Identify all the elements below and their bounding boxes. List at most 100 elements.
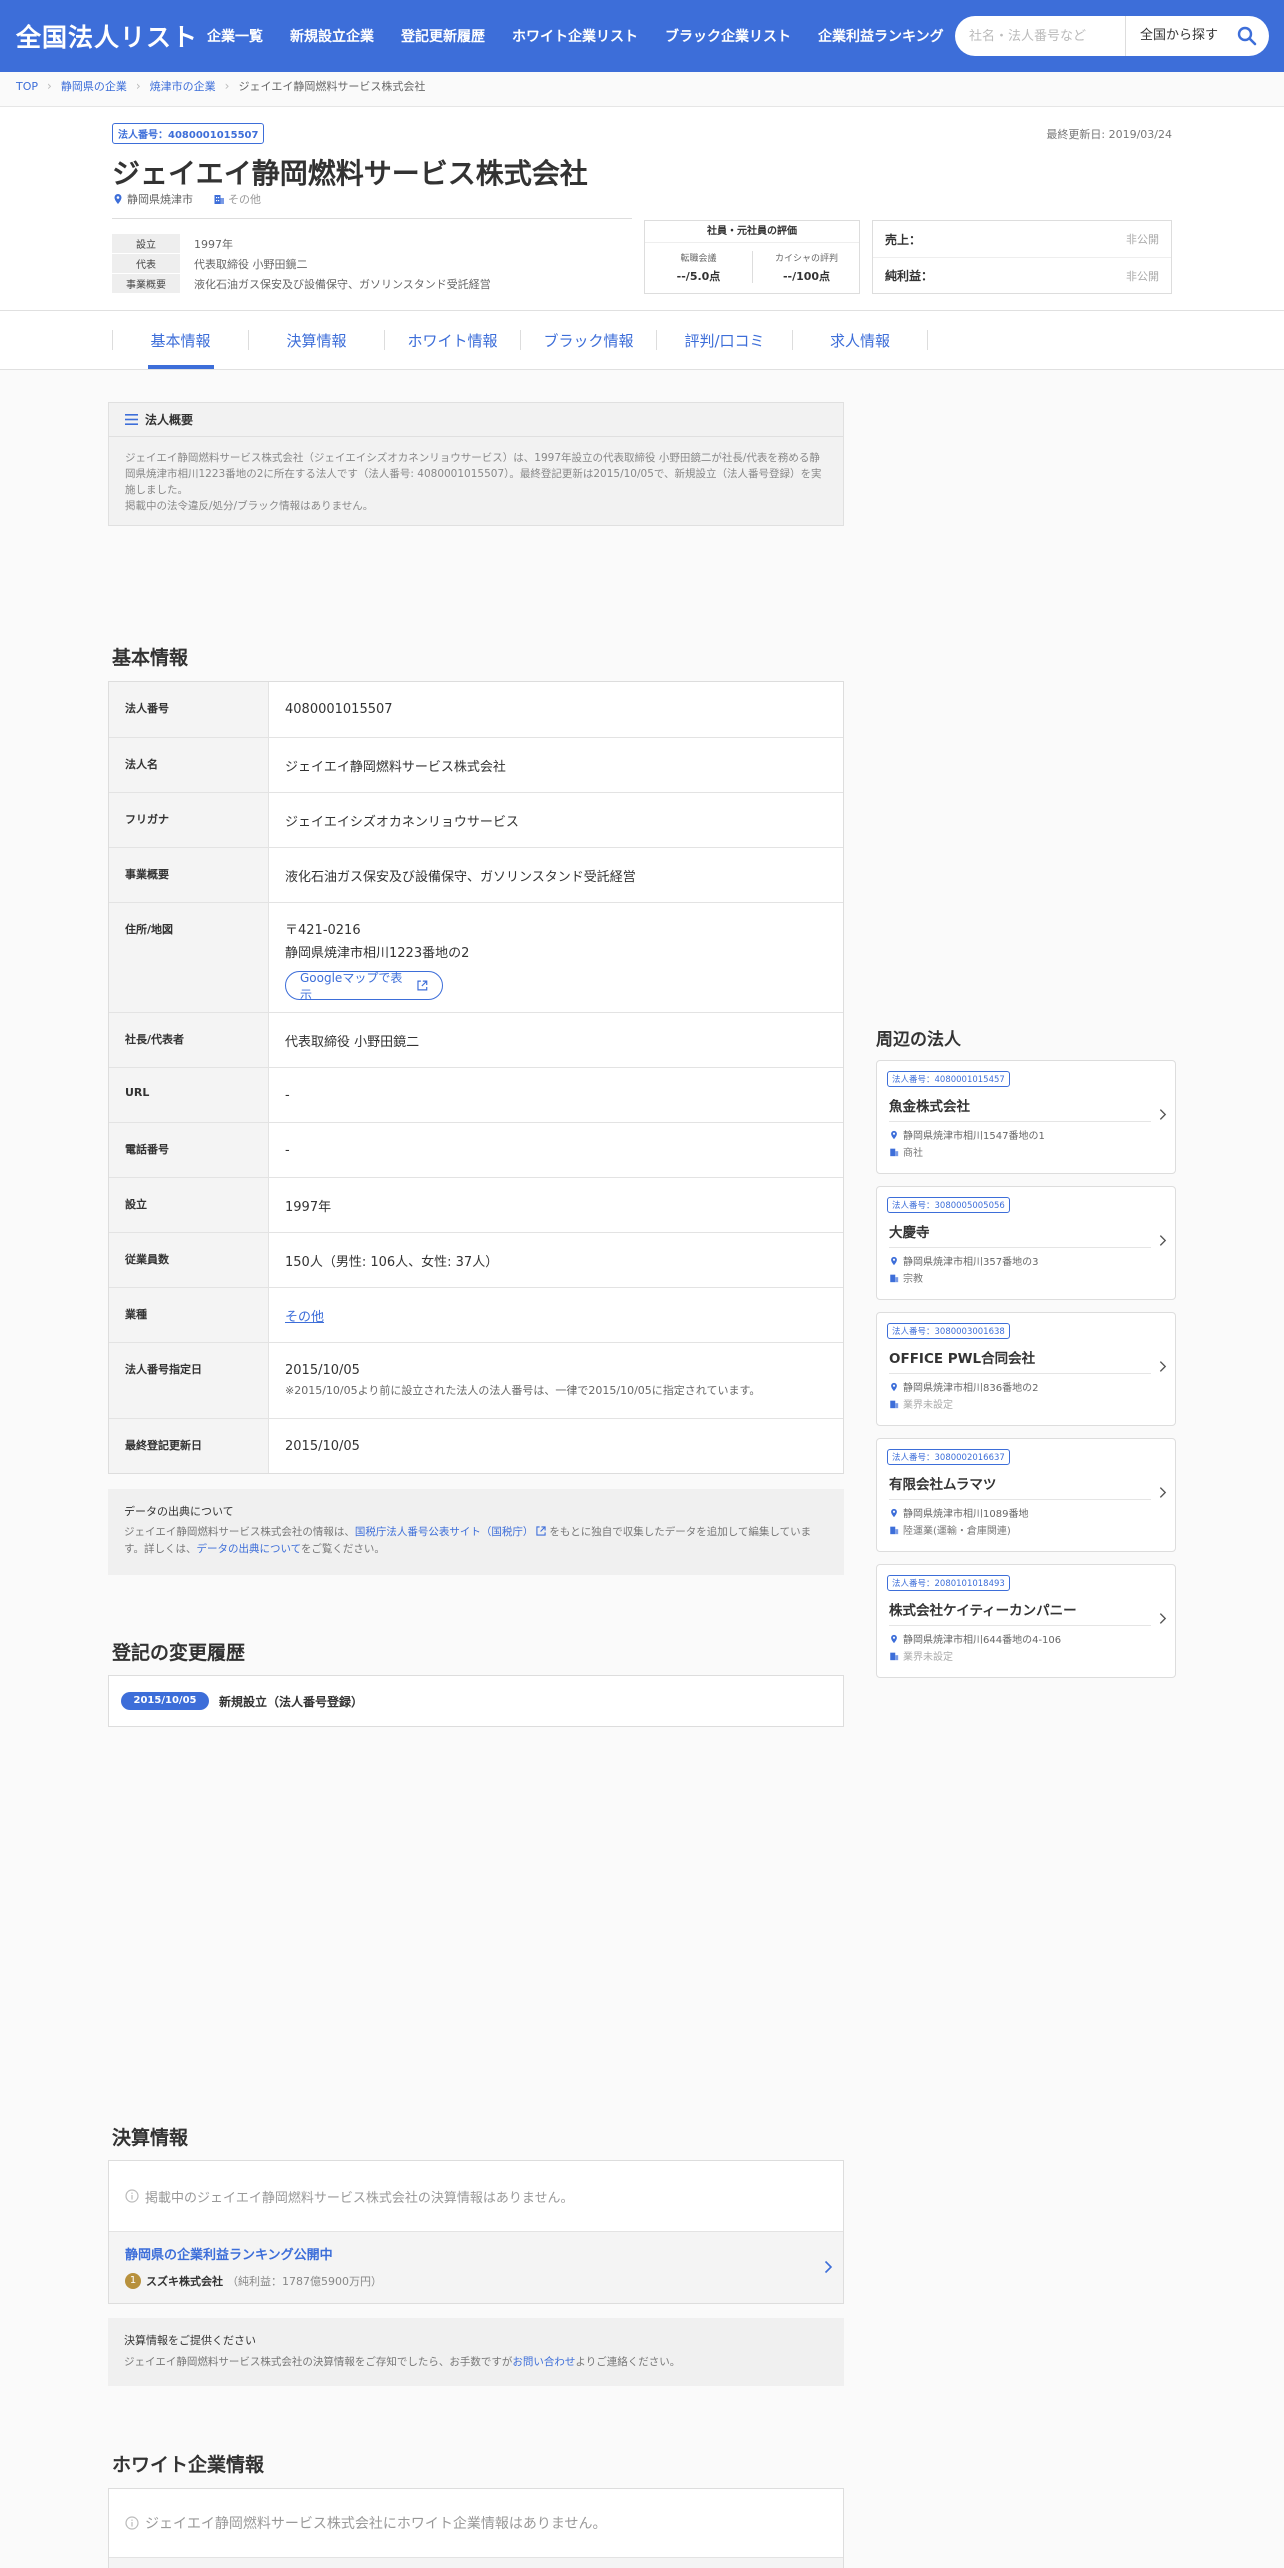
profit-ranking-link[interactable]: 静岡県の企業利益ランキング公開中 1 スズキ株式会社 （純利益：1787億590…	[109, 2231, 843, 2303]
address: 静岡県焼津市相川1223番地の2	[285, 946, 470, 961]
section-title-settlement: 決算情報	[112, 2127, 189, 2149]
search-input[interactable]	[969, 28, 1125, 44]
building-icon	[890, 1652, 899, 1660]
chevron-right-icon: ›	[135, 79, 141, 93]
nav-white-list[interactable]: ホワイト企業リスト	[512, 26, 638, 46]
overview-paragraph: 掲載中の法令違反/処分/ブラック情報はありません。	[125, 500, 374, 512]
divider	[889, 1121, 1151, 1122]
company-meta: 静岡県焼津市 その他	[112, 191, 261, 207]
postal-code: 〒421-0216	[285, 923, 361, 938]
white-info-box: ジェイエイ静岡燃料サービス株式会社にホワイト企業情報はありません。	[108, 2488, 844, 2568]
tab-white[interactable]: ホワイト情報	[384, 330, 520, 350]
breadcrumb-city[interactable]: 焼津市の企業	[150, 78, 216, 94]
nearby-address: 静岡県焼津市相川1547番地の1	[889, 1127, 1045, 1142]
nta-site-link[interactable]: 国税庁法人番号公表サイト（国税庁）	[355, 1526, 534, 1538]
evaluation-score: --/5.0点	[676, 270, 721, 283]
summary-value: 1997年	[194, 237, 233, 251]
breadcrumb-top[interactable]: TOP	[16, 80, 38, 93]
google-map-label: Googleマップで表示	[300, 970, 403, 1002]
nearby-title: 周辺の法人	[876, 1030, 961, 1050]
table-row: 設立 1997年	[109, 1177, 843, 1232]
tab-basic-info[interactable]: 基本情報	[112, 330, 248, 350]
building-icon	[890, 1274, 899, 1282]
tab-reviews[interactable]: 評判/口コミ	[656, 330, 792, 350]
row-label: 法人名	[109, 738, 269, 792]
chevron-right-icon	[1159, 1613, 1167, 1624]
tab-black[interactable]: ブラック情報	[520, 330, 656, 350]
rank-medal-icon: 1	[125, 2273, 141, 2289]
data-source-link[interactable]: データの出典について	[196, 1543, 300, 1555]
table-row: フリガナ ジェイエイシズオカネンリョウサービス	[109, 792, 843, 847]
section-title-history: 登記の変更履歴	[112, 1642, 246, 1664]
nav-registry-history[interactable]: 登記更新履歴	[401, 26, 485, 46]
location-pin-icon	[891, 1130, 897, 1139]
tab-settlement[interactable]: 決算情報	[248, 330, 384, 350]
external-link-icon	[417, 980, 428, 991]
nearby-company-card[interactable]: 法人番号：3080005005056 大慶寺 静岡県焼津市相川357番地の3 宗教	[876, 1186, 1176, 1300]
nearby-company-card[interactable]: 法人番号：2080101018493 株式会社ケイティーカンパニー 静岡県焼津市相川…	[876, 1564, 1176, 1678]
nav-companies[interactable]: 企業一覧	[207, 26, 263, 46]
nav-black-list[interactable]: ブラック企業リスト	[665, 26, 791, 46]
row-label: 従業員数	[109, 1233, 269, 1287]
row-value: 2015/10/05 ※2015/10/05より前に設立された法人の法人番号は、一…	[269, 1343, 843, 1418]
ranking-top: 1 スズキ株式会社 （純利益：1787億5900万円）	[125, 2273, 827, 2289]
external-link-icon	[536, 1526, 547, 1536]
corporate-number-badge: 法人番号：2080101018493	[887, 1575, 1010, 1591]
tab-jobs[interactable]: 求人情報	[792, 330, 928, 350]
row-label: 設立	[109, 1178, 269, 1232]
nearby-address: 静岡県焼津市相川1089番地	[889, 1505, 1028, 1520]
settlement-box: 掲載中のジェイエイ静岡燃料サービス株式会社の決算情報はありません。 静岡県の企業…	[108, 2160, 844, 2304]
section-title-white: ホワイト企業情報	[112, 2454, 265, 2476]
row-value: ジェイエイ静岡燃料サービス株式会社	[285, 759, 506, 775]
source-body: ジェイエイ静岡燃料サービス株式会社の情報は、国税庁法人番号公表サイト（国税庁） を…	[124, 1524, 828, 1558]
building-icon	[890, 1148, 899, 1156]
summary-label: 事業概要	[112, 274, 180, 293]
nav-new-companies[interactable]: 新規設立企業	[290, 26, 374, 46]
nearby-company-card[interactable]: 法人番号：3080002016637 有限会社ムラマツ 静岡県焼津市相川1089番地…	[876, 1438, 1176, 1552]
corporate-number-badge: 法人番号：4080001015507	[112, 123, 265, 144]
row-value: 2015/10/05	[285, 1438, 360, 1454]
nearby-industry-text: 陸運業(運輸・倉庫関連)	[903, 1526, 1011, 1537]
summary-row: 事業概要 液化石油ガス保安及び設備保守、ガソリンスタンド受託経営	[112, 274, 491, 293]
corporate-overview: 法人概要 ジェイエイ静岡燃料サービス株式会社（ジェイエイシズオカネンリョウサービ…	[108, 402, 844, 526]
finance-row: 売上： 非公開	[873, 221, 1171, 257]
google-map-button[interactable]: Googleマップで表示	[285, 970, 443, 1002]
evaluation-item: カイシャの評判 --/100点	[753, 251, 860, 284]
ranking-company: スズキ株式会社	[146, 2275, 223, 2288]
overview-paragraph: ジェイエイ静岡燃料サービス株式会社（ジェイエイシズオカネンリョウサービス）は、1…	[125, 452, 822, 496]
nearby-company-card[interactable]: 法人番号：4080001015457 魚金株式会社 静岡県焼津市相川1547番地の1…	[876, 1060, 1176, 1174]
ranking-profit: （純利益：1787億5900万円）	[227, 2275, 382, 2288]
source-text: ジェイエイ静岡燃料サービス株式会社の情報は、	[124, 1526, 355, 1538]
table-row: 業種 その他	[109, 1287, 843, 1342]
nearby-address: 静岡県焼津市相川644番地の4-106	[889, 1631, 1061, 1646]
summary-value: 液化石油ガス保安及び設備保守、ガソリンスタンド受託経営	[194, 277, 491, 291]
row-value: -	[285, 1087, 290, 1103]
nearby-company-name: 有限会社ムラマツ	[889, 1477, 997, 1493]
nav-profit-ranking[interactable]: 企業利益ランキング	[818, 26, 944, 46]
row-value: 液化石油ガス保安及び設備保守、ガソリンスタンド受託経営	[285, 869, 636, 885]
section-title-basic: 基本情報	[112, 647, 189, 669]
white-empty-text: ジェイエイ静岡燃料サービス株式会社にホワイト企業情報はありません。	[145, 2516, 607, 2532]
site-logo[interactable]: 全国法人リスト	[16, 18, 198, 54]
row-label: フリガナ	[109, 793, 269, 847]
employee-evaluation-card[interactable]: 社員・元社員の評価 転職会議 --/5.0点 カイシャの評判 --/100点	[644, 220, 860, 294]
search-icon[interactable]	[1237, 26, 1257, 46]
contact-link[interactable]: お問い合わせ	[512, 2356, 575, 2368]
overview-title: 法人概要	[145, 413, 194, 427]
row-label: 電話番号	[109, 1123, 269, 1177]
chevron-right-icon	[1159, 1361, 1167, 1372]
nearby-company-card[interactable]: 法人番号：3080003001638 OFFICE PWL合同会社 静岡県焼津市相川…	[876, 1312, 1176, 1426]
history-date-badge: 2015/10/05	[121, 1692, 209, 1710]
nearby-address: 静岡県焼津市相川357番地の3	[889, 1253, 1038, 1268]
nearby-industry: 宗教	[889, 1270, 923, 1285]
location-pin-icon	[891, 1256, 897, 1265]
industry-link[interactable]: その他	[285, 1306, 827, 1325]
finance-summary-card: 売上： 非公開 純利益： 非公開	[872, 220, 1172, 294]
table-row: 従業員数 150人（男性: 106人、女性: 37人）	[109, 1232, 843, 1287]
nearby-company-name: 大慶寺	[889, 1225, 930, 1241]
row-value: -	[285, 1142, 290, 1158]
search-scope-select[interactable]: 全国から探す	[1125, 16, 1237, 56]
table-row: 住所/地図 〒421-0216 静岡県焼津市相川1223番地の2 Googleマ…	[109, 902, 843, 1012]
nearby-address-text: 静岡県焼津市相川357番地の3	[903, 1257, 1039, 1268]
breadcrumb-prefecture[interactable]: 静岡県の企業	[61, 78, 127, 94]
